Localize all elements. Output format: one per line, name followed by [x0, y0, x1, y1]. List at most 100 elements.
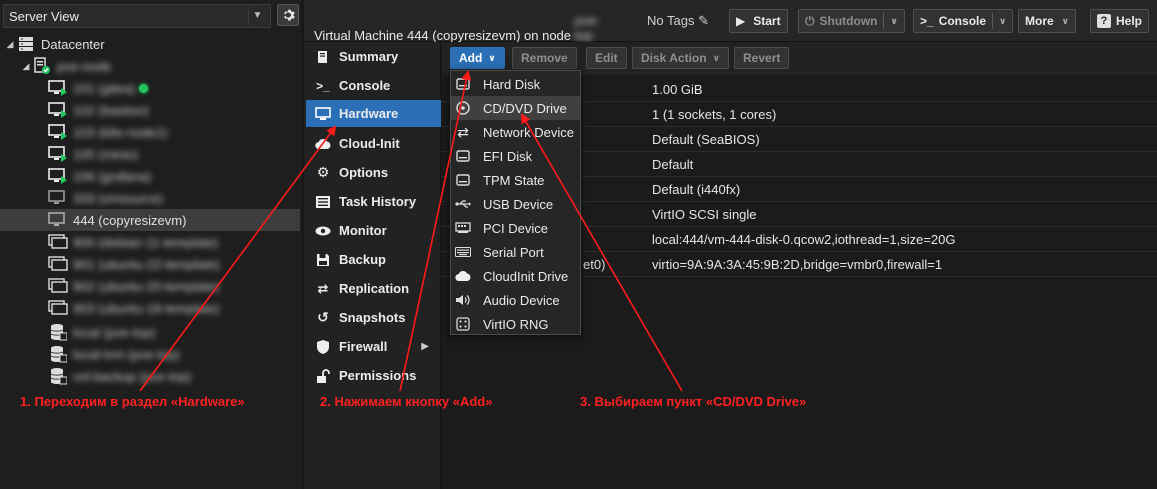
nav-item-firewall[interactable]: Firewall ▶	[306, 333, 441, 360]
menu-label: Audio Device	[483, 292, 560, 308]
hardware-key-tail: et0)	[583, 256, 606, 272]
nav-item-summary[interactable]: Summary	[306, 43, 441, 70]
menu-item-tpm-state[interactable]: TPM State	[451, 168, 580, 192]
chevron-down-icon: ∨	[488, 52, 496, 63]
nav-item-snapshots[interactable]: ↺ Snapshots	[306, 304, 441, 331]
nav-item-console[interactable]: >_ Console	[306, 72, 441, 99]
hardware-value: Default (i440fx)	[652, 181, 741, 197]
tree-item-vm-selected[interactable]: 444 (copyresizevm)	[0, 209, 300, 231]
disk-action-button[interactable]: Disk Action ∨	[632, 47, 729, 69]
add-button[interactable]: Add ∨	[450, 47, 505, 69]
tree-item-storage[interactable]: vol-backup (pve-top)	[0, 365, 300, 387]
tree-item-template[interactable]: 902 (ubuntu-20-template)	[0, 275, 300, 297]
storage-label: local (pve-top)	[73, 324, 156, 340]
tree-item-vm[interactable]: 333 (vmsource)	[0, 187, 300, 209]
tree-item-template[interactable]: 900 (debian-11-template)	[0, 231, 300, 253]
nav-item-task-history[interactable]: Task History	[306, 188, 441, 215]
nav-item-cloud-init[interactable]: Cloud-Init	[306, 130, 441, 157]
vm-running-icon	[48, 123, 68, 141]
nav-item-replication[interactable]: ⇄ Replication	[306, 275, 441, 302]
tags-editor[interactable]: No Tags ✎	[647, 13, 709, 29]
menu-item-hard-disk[interactable]: Hard Disk	[451, 72, 580, 96]
tree-item-template[interactable]: 901 (ubuntu-22-template)	[0, 253, 300, 275]
vm-label: 101 (gitea)	[73, 80, 136, 96]
edit-button[interactable]: Edit	[586, 47, 627, 69]
help-button[interactable]: ? Help	[1090, 9, 1150, 33]
vm-label: 102 (bastion)	[73, 102, 149, 118]
tree-item-vm[interactable]: 105 (minio)	[0, 143, 300, 165]
chevron-down-icon: ▼	[248, 6, 266, 26]
terminal-icon: >_	[316, 78, 330, 93]
add-label: Add	[459, 51, 483, 65]
menu-item-virtio-rng[interactable]: VirtIO RNG	[451, 312, 580, 336]
nav-label: Cloud-Init	[339, 136, 400, 151]
cdrom-icon	[451, 99, 475, 117]
menu-item-serial-port[interactable]: Serial Port	[451, 240, 580, 264]
tree-item-vm[interactable]: 106 (grafana)	[0, 165, 300, 187]
help-label: Help	[1116, 14, 1143, 28]
chevron-down-icon[interactable]: ∨	[890, 16, 897, 27]
tree-item-datacenter[interactable]: ◢ Datacenter	[0, 33, 300, 55]
vm-label: 103 (k8s-node1)	[73, 124, 168, 140]
nav-label: Snapshots	[339, 310, 406, 325]
hardware-value: VirtIO SCSI single	[652, 206, 757, 222]
nav-item-options[interactable]: ⚙ Options	[306, 159, 441, 186]
pencil-icon[interactable]: ✎	[698, 13, 709, 28]
menu-label: Hard Disk	[483, 76, 541, 92]
tree-item-vm[interactable]: 101 (gitea)	[0, 77, 300, 99]
database-icon	[48, 367, 68, 385]
chevron-right-icon[interactable]: ▶	[421, 341, 429, 352]
nav-item-monitor[interactable]: Monitor	[306, 217, 441, 244]
view-settings-button[interactable]	[277, 4, 299, 26]
cloud-icon	[451, 267, 475, 285]
collapse-toggle[interactable]: ◢	[4, 39, 16, 50]
database-icon	[48, 345, 68, 363]
dice-icon	[451, 315, 475, 333]
revert-button[interactable]: Revert	[734, 47, 790, 69]
tree-item-template[interactable]: 903 (ubuntu-18-template)	[0, 297, 300, 319]
template-label: 902 (ubuntu-20-template)	[73, 278, 220, 294]
gear-icon	[284, 9, 295, 21]
menu-item-cloudinit-drive[interactable]: CloudInit Drive	[451, 264, 580, 288]
menu-item-efi-disk[interactable]: EFI Disk	[451, 144, 580, 168]
collapse-toggle[interactable]: ◢	[20, 61, 32, 72]
tree-item-storage[interactable]: local-lvm (pve-top)	[0, 343, 300, 365]
node-name-blurred: pve-top	[574, 13, 600, 43]
server-view-label: Server View	[9, 8, 79, 24]
annotation-step-1: 1. Переходим в раздел «Hardware»	[20, 394, 245, 409]
console-label: Console	[938, 14, 987, 28]
menu-item-audio-device[interactable]: Audio Device	[451, 288, 580, 312]
keyboard-icon	[451, 243, 475, 261]
template-icon	[48, 233, 68, 251]
menu-item-network-device[interactable]: ⇄ Network Device	[451, 120, 580, 144]
nav-item-hardware[interactable]: Hardware	[306, 100, 441, 127]
vm-label: 106 (grafana)	[73, 168, 152, 184]
more-button[interactable]: More ∨	[1018, 9, 1076, 33]
running-status-dot	[139, 83, 149, 93]
vm-label: 444 (copyresizevm)	[73, 212, 187, 228]
tree-item-vm[interactable]: 103 (k8s-node1)	[0, 121, 300, 143]
nav-item-backup[interactable]: Backup	[306, 246, 441, 273]
more-label: More	[1025, 14, 1054, 28]
menu-item-cd-dvd-drive[interactable]: CD/DVD Drive	[451, 96, 580, 120]
add-dropdown-menu: Hard Disk CD/DVD Drive ⇄ Network Device …	[450, 70, 581, 335]
start-button[interactable]: ▶ Start	[729, 9, 788, 33]
console-button[interactable]: >_ Console ∨	[913, 9, 1014, 33]
menu-item-pci-device[interactable]: PCI Device	[451, 216, 580, 240]
hardware-value: virtio=9A:9A:3A:45:9B:2D,bridge=vmbr0,fi…	[652, 256, 943, 272]
resource-tree-panel: Server View ▼ ◢ Datacenter ◢ pve-node 10…	[0, 0, 303, 489]
tree-item-node[interactable]: ◢ pve-node	[0, 55, 300, 77]
remove-button[interactable]: Remove	[512, 47, 577, 69]
menu-item-usb-device[interactable]: USB Device	[451, 192, 580, 216]
tree-item-vm[interactable]: 102 (bastion)	[0, 99, 300, 121]
volume-icon	[451, 291, 475, 309]
shutdown-button[interactable]: ⏻ Shutdown ∨	[798, 9, 905, 33]
server-rack-icon	[16, 35, 36, 53]
chevron-down-icon: ∨	[1061, 15, 1069, 26]
datacenter-label: Datacenter	[41, 36, 105, 52]
tree-item-storage[interactable]: local (pve-top)	[0, 321, 300, 343]
chevron-down-icon[interactable]: ∨	[999, 16, 1006, 27]
nav-label: Backup	[339, 252, 386, 267]
nav-item-permissions[interactable]: Permissions	[306, 362, 441, 389]
server-view-select[interactable]: Server View ▼	[3, 4, 271, 28]
